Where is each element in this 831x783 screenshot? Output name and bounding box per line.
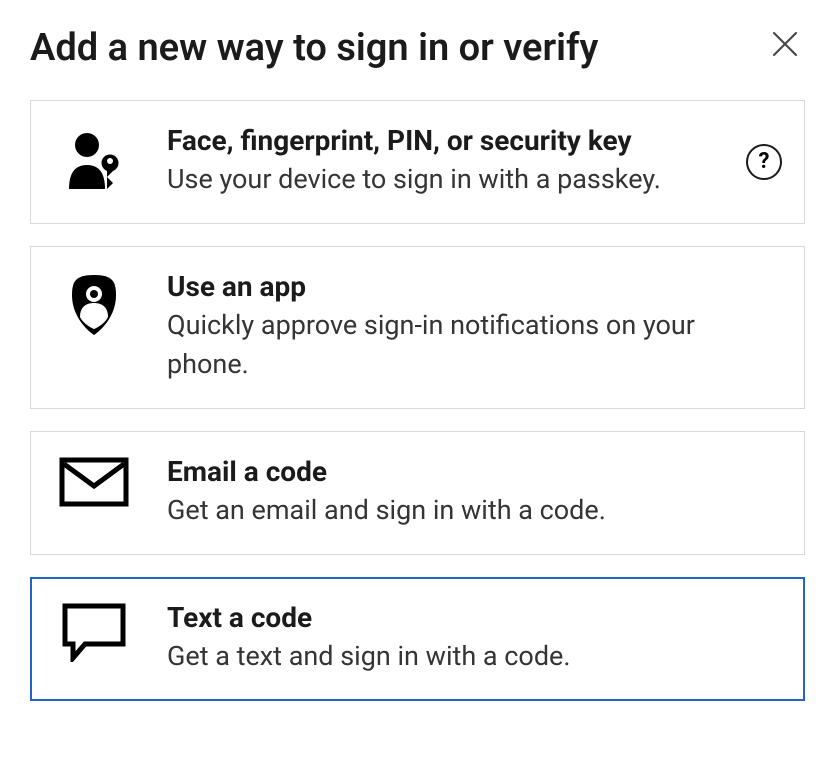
option-text-col: Text a code Get a text and sign in with … — [167, 600, 780, 676]
option-email[interactable]: Email a code Get an email and sign in wi… — [30, 431, 805, 555]
option-desc: Get an email and sign in with a code. — [167, 491, 724, 530]
help-button[interactable]: ? — [746, 144, 782, 180]
option-desc: Get a text and sign in with a code. — [167, 637, 724, 676]
option-title: Text a code — [167, 600, 724, 635]
text-message-icon — [61, 602, 127, 662]
option-icon-col — [55, 269, 133, 341]
option-title: Face, fingerprint, PIN, or security key — [167, 123, 724, 158]
option-title: Use an app — [167, 269, 724, 304]
close-icon — [772, 31, 798, 57]
option-text-col: Email a code Get an email and sign in wi… — [167, 454, 780, 530]
dialog-header: Add a new way to sign in or verify — [30, 26, 805, 72]
authenticator-app-icon — [66, 271, 122, 341]
option-desc: Use your device to sign in with a passke… — [167, 160, 724, 199]
option-icon-col — [55, 454, 133, 508]
help-icon: ? — [759, 149, 770, 174]
add-signin-dialog: Add a new way to sign in or verify Face,… — [0, 0, 831, 783]
option-text-col: Use an app Quickly approve sign-in notif… — [167, 269, 780, 384]
option-app[interactable]: Use an app Quickly approve sign-in notif… — [30, 246, 805, 409]
option-passkey[interactable]: Face, fingerprint, PIN, or security key … — [30, 100, 805, 224]
email-icon — [58, 456, 130, 508]
dialog-title: Add a new way to sign in or verify — [30, 26, 598, 72]
option-text-col: Face, fingerprint, PIN, or security key … — [167, 123, 780, 199]
passkey-icon — [57, 125, 131, 199]
option-icon-col — [55, 123, 133, 199]
options-list: Face, fingerprint, PIN, or security key … — [30, 100, 805, 702]
option-desc: Quickly approve sign-in notifications on… — [167, 306, 724, 384]
close-button[interactable] — [765, 24, 805, 64]
option-title: Email a code — [167, 454, 724, 489]
option-icon-col — [55, 600, 133, 662]
option-text-code[interactable]: Text a code Get a text and sign in with … — [30, 577, 805, 701]
